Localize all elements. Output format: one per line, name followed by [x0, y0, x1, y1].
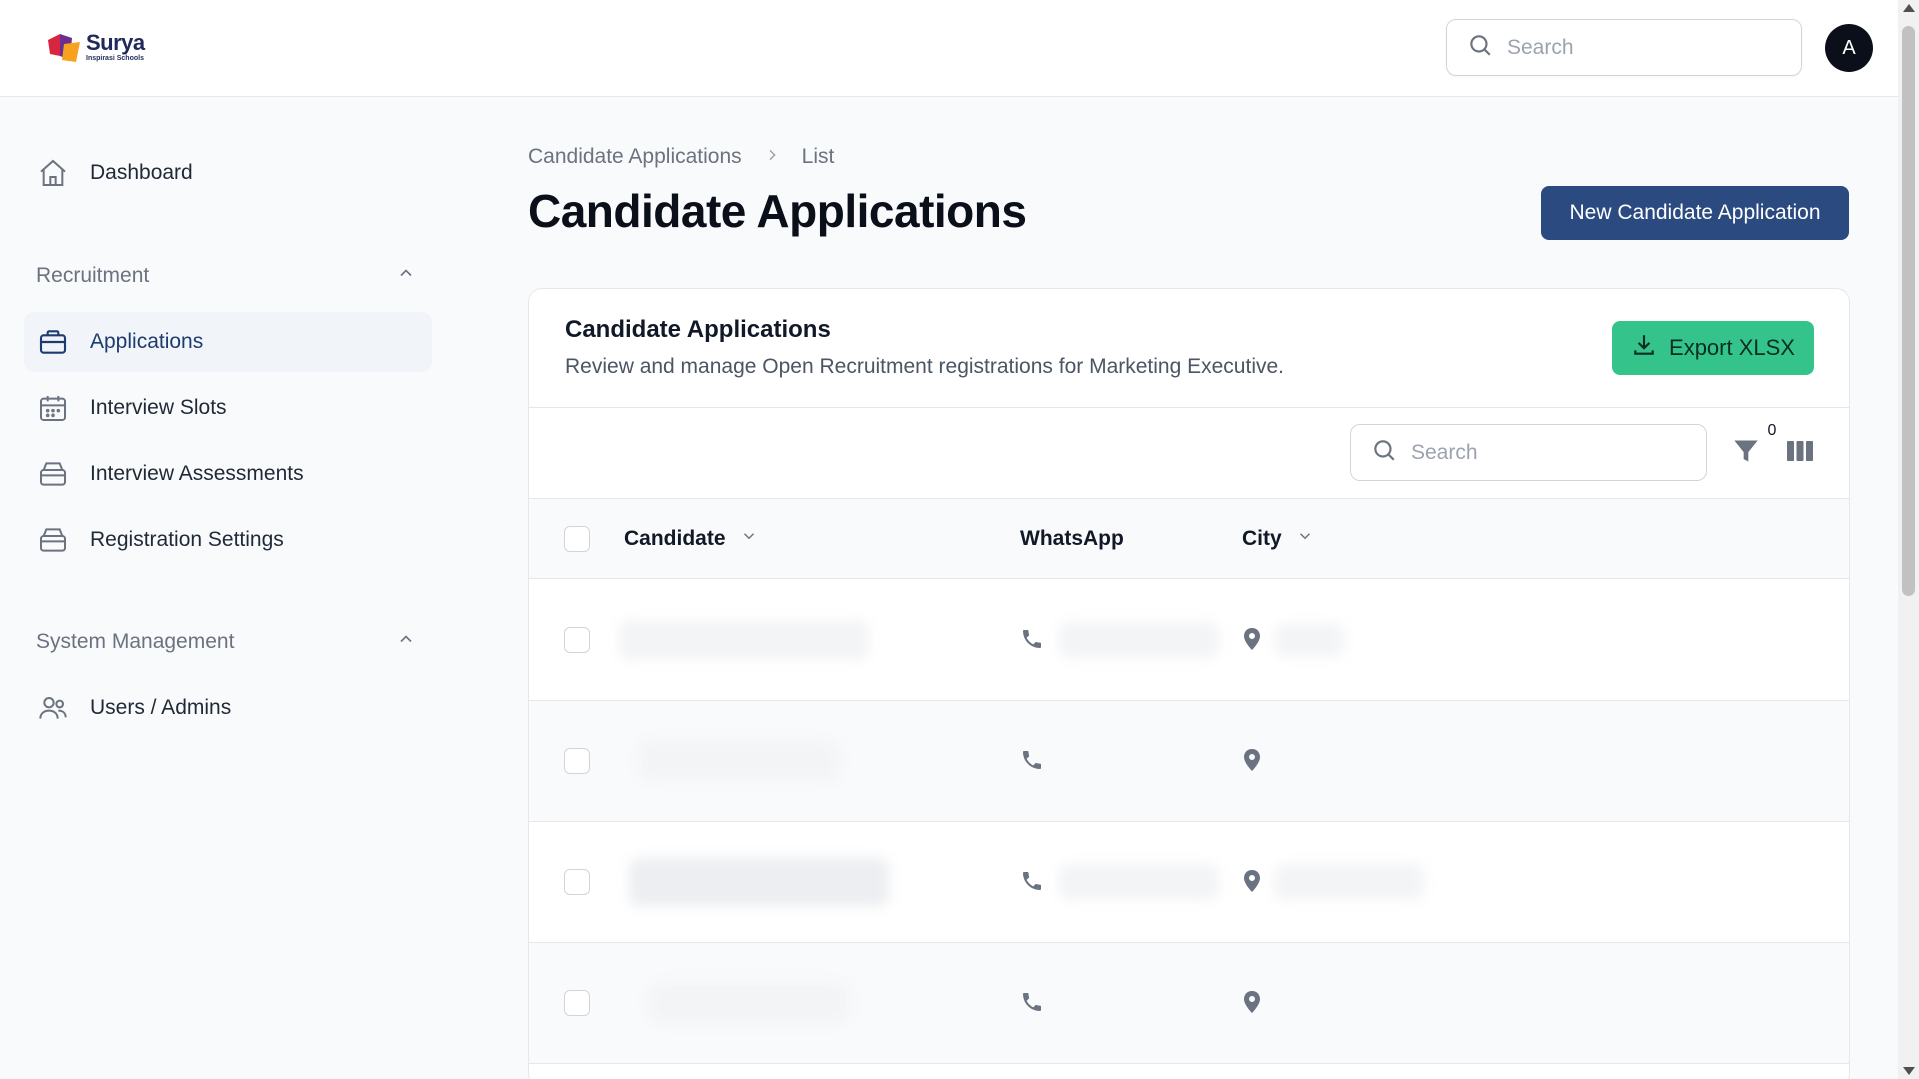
breadcrumb-link[interactable]: Candidate Applications [528, 145, 742, 169]
chevron-up-icon[interactable] [396, 263, 416, 289]
users-icon [36, 691, 70, 725]
sidebar: Dashboard Recruitment Applications Inter… [0, 98, 470, 1079]
loading-placeholder [1274, 864, 1424, 900]
table-row[interactable] [529, 701, 1849, 822]
sidebar-item-interview-assessments[interactable]: Interview Assessments [24, 444, 432, 504]
table-search[interactable] [1350, 424, 1707, 481]
briefcase-icon [36, 325, 70, 359]
table-header: Candidate WhatsApp City [529, 499, 1849, 579]
row-checkbox[interactable] [564, 990, 590, 1016]
column-label: Candidate [624, 527, 726, 550]
phone-icon [1020, 990, 1046, 1016]
column-header-whatsapp: WhatsApp [1020, 499, 1124, 579]
map-pin-icon [1242, 869, 1264, 895]
sidebar-item-interview-slots[interactable]: Interview Slots [24, 378, 432, 438]
column-label: City [1242, 527, 1282, 550]
home-icon [36, 156, 70, 190]
card-header: Candidate Applications Review and manage… [529, 289, 1849, 408]
logo-mark-icon [46, 30, 82, 64]
map-pin-icon [1242, 627, 1264, 653]
columns-toggle-button[interactable] [1783, 436, 1817, 470]
row-checkbox[interactable] [564, 869, 590, 895]
section-label: System Management [36, 630, 235, 653]
loading-placeholder [1059, 622, 1219, 658]
sidebar-item-applications[interactable]: Applications [24, 312, 432, 372]
inbox-icon [36, 523, 70, 557]
download-icon [1631, 332, 1657, 364]
select-all-checkbox[interactable] [564, 526, 590, 552]
select-all-cell [564, 499, 590, 579]
table-row[interactable] [529, 580, 1849, 701]
sidebar-item-label: Interview Slots [90, 396, 227, 419]
loading-placeholder [639, 741, 839, 781]
logo-tagline: Inspirasi Schools [86, 55, 144, 62]
section-label: Recruitment [36, 264, 150, 287]
applications-card: Candidate Applications Review and manage… [528, 288, 1850, 1079]
sidebar-section-recruitment[interactable]: Recruitment [36, 263, 416, 289]
column-header-city[interactable]: City [1242, 499, 1314, 579]
sidebar-item-label: Interview Assessments [90, 462, 304, 485]
filter-icon [1732, 437, 1760, 470]
sidebar-item-label: Registration Settings [90, 528, 284, 551]
sidebar-item-users-admins[interactable]: Users / Admins [24, 678, 432, 738]
columns-icon [1786, 439, 1814, 468]
card-description: Review and manage Open Recruitment regis… [565, 355, 1285, 378]
card-title: Candidate Applications [565, 316, 831, 343]
logo[interactable]: Surya Inspirasi Schools [46, 30, 145, 64]
page-title: Candidate Applications [528, 185, 1027, 237]
user-avatar[interactable]: A [1825, 24, 1873, 72]
logo-name: Surya [86, 30, 145, 55]
export-xlsx-button[interactable]: Export XLSX [1612, 321, 1814, 375]
new-candidate-application-button[interactable]: New Candidate Application [1541, 186, 1849, 240]
breadcrumb: Candidate Applications List [528, 145, 834, 169]
loading-placeholder [619, 620, 869, 660]
loading-placeholder [1274, 624, 1344, 656]
sidebar-item-label: Applications [90, 330, 204, 353]
sidebar-item-label: Dashboard [90, 161, 193, 184]
global-search[interactable] [1446, 19, 1802, 76]
sidebar-item-dashboard[interactable]: Dashboard [24, 143, 432, 203]
chevron-up-icon[interactable] [396, 629, 416, 655]
map-pin-icon [1242, 748, 1264, 774]
table-search-input[interactable] [1411, 440, 1691, 465]
loading-placeholder [649, 983, 849, 1023]
sidebar-section-system-management[interactable]: System Management [36, 629, 416, 655]
table-row[interactable] [529, 822, 1849, 943]
phone-icon [1020, 748, 1046, 774]
phone-icon [1020, 627, 1046, 653]
scroll-thumb[interactable] [1902, 26, 1915, 596]
map-pin-icon [1242, 990, 1264, 1016]
column-label: WhatsApp [1020, 527, 1124, 550]
search-icon [1371, 437, 1397, 468]
row-checkbox[interactable] [564, 748, 590, 774]
page-scrollbar[interactable] [1898, 0, 1919, 1079]
sidebar-item-registration-settings[interactable]: Registration Settings [24, 510, 432, 570]
filter-count-badge: 0 [1761, 420, 1783, 442]
loading-placeholder [1059, 864, 1219, 900]
column-header-candidate[interactable]: Candidate [624, 499, 758, 579]
filter-button[interactable] [1729, 436, 1763, 470]
phone-icon [1020, 869, 1046, 895]
export-label: Export XLSX [1669, 335, 1795, 360]
table-row[interactable] [529, 943, 1849, 1064]
row-checkbox[interactable] [564, 627, 590, 653]
calendar-icon [36, 391, 70, 425]
scroll-down-arrow-icon[interactable] [1903, 1067, 1915, 1075]
breadcrumb-current: List [801, 145, 835, 168]
top-bar: Surya Inspirasi Schools A [0, 0, 1898, 97]
scroll-up-arrow-icon[interactable] [1903, 4, 1915, 12]
loading-placeholder [629, 858, 889, 906]
inbox-icon [36, 457, 70, 491]
table-toolbar: 0 [529, 408, 1849, 499]
search-icon [1467, 32, 1493, 63]
chevron-down-icon [740, 527, 758, 551]
chevron-down-icon [1296, 527, 1314, 551]
global-search-input[interactable] [1507, 35, 1787, 60]
sidebar-item-label: Users / Admins [90, 696, 232, 719]
chevron-right-icon [764, 145, 780, 169]
